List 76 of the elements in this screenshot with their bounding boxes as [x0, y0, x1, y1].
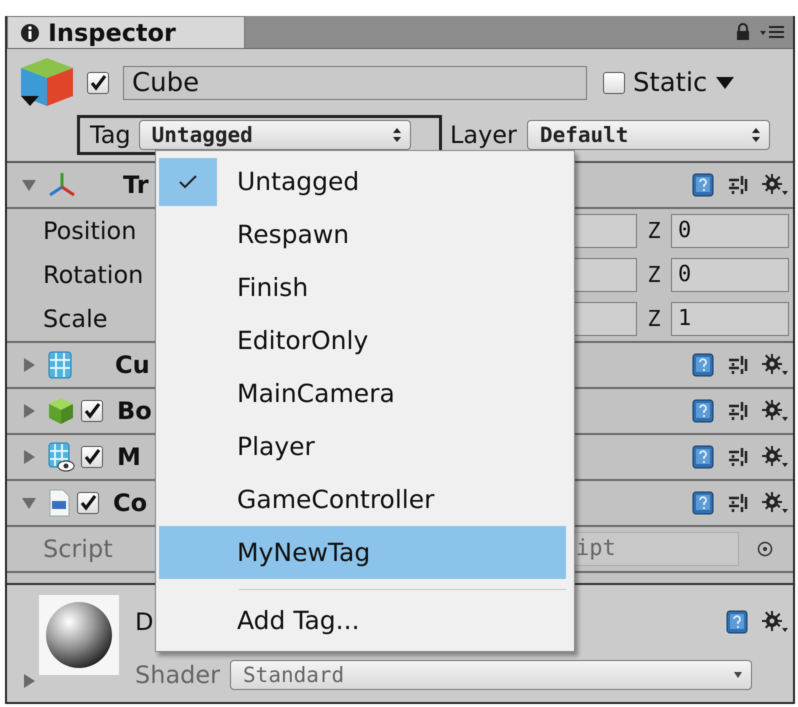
shader-label: Shader	[135, 661, 220, 689]
script-file-icon	[47, 488, 71, 518]
help-book-icon[interactable]	[725, 609, 749, 635]
tag-label: Tag	[90, 121, 131, 149]
axis-label: Z	[646, 306, 662, 332]
inspector-tab[interactable]: Inspector	[7, 16, 245, 48]
component-title: Cu	[115, 351, 150, 379]
axis-label: Z	[646, 218, 662, 244]
menu-item[interactable]: Untagged	[159, 155, 566, 208]
up-down-arrows-icon	[392, 127, 402, 143]
collapse-triangle-icon[interactable]	[21, 495, 37, 511]
shader-dropdown[interactable]: Standard	[230, 660, 752, 690]
name-field[interactable]: Cube	[123, 66, 587, 100]
checkmark-icon	[178, 174, 198, 190]
static-label: Static	[633, 68, 708, 98]
axis-label: Z	[646, 262, 662, 288]
sliders-icon[interactable]	[727, 446, 749, 468]
tag-dropdown[interactable]: Untagged	[138, 120, 411, 150]
field-label: Script	[42, 535, 114, 563]
expand-triangle-icon[interactable]	[21, 673, 37, 689]
grid-icon	[47, 350, 73, 380]
sliders-icon[interactable]	[727, 354, 749, 376]
field-label: Position	[42, 217, 138, 245]
layer-label: Layer	[450, 121, 517, 149]
grid-eye-icon	[47, 441, 75, 473]
menu-item[interactable]: Player	[159, 420, 566, 473]
field-label: Scale	[42, 305, 109, 333]
up-down-arrows-icon	[750, 127, 761, 143]
layer-dropdown[interactable]: Default	[526, 120, 770, 150]
target-icon[interactable]	[757, 541, 773, 557]
gear-icon[interactable]	[761, 491, 789, 515]
axes-icon	[47, 171, 77, 199]
component-title: Co	[113, 489, 148, 517]
checkbox[interactable]	[81, 446, 103, 468]
menu-item[interactable]: MyNewTag	[159, 526, 566, 579]
checkbox[interactable]	[87, 72, 109, 94]
field-label: Rotation	[42, 261, 144, 289]
help-book-icon[interactable]	[691, 352, 715, 378]
help-book-icon[interactable]	[691, 444, 715, 470]
info-icon	[20, 22, 40, 42]
gear-icon[interactable]	[761, 445, 789, 469]
menu-item[interactable]: Finish	[159, 261, 566, 314]
gear-icon[interactable]	[761, 173, 789, 197]
component-title: Bo	[117, 397, 152, 425]
value-field[interactable]: 1	[671, 302, 789, 336]
gear-icon[interactable]	[761, 353, 789, 377]
menu-item[interactable]: Respawn	[159, 208, 566, 261]
value-field[interactable]: 0	[671, 258, 789, 292]
help-book-icon[interactable]	[691, 172, 715, 198]
dropdown-arrow-icon	[733, 671, 744, 679]
menu-item[interactable]: EditorOnly	[159, 314, 566, 367]
menu-item[interactable]: GameController	[159, 473, 566, 526]
checkbox[interactable]	[603, 72, 625, 94]
material-title: D	[135, 608, 154, 636]
menu-icon[interactable]	[759, 23, 785, 41]
gear-icon[interactable]	[761, 399, 789, 423]
expand-triangle-icon[interactable]	[21, 403, 37, 419]
menu-item[interactable]: Add Tag...	[159, 594, 566, 647]
gear-icon[interactable]	[761, 610, 789, 634]
lock-icon[interactable]	[735, 22, 751, 42]
expand-triangle-icon[interactable]	[21, 449, 37, 465]
help-book-icon[interactable]	[691, 398, 715, 424]
sliders-icon[interactable]	[727, 174, 749, 196]
sliders-icon[interactable]	[727, 492, 749, 514]
help-book-icon[interactable]	[691, 490, 715, 516]
expand-triangle-icon[interactable]	[21, 357, 37, 373]
value-field[interactable]: 0	[671, 214, 789, 248]
sliders-icon[interactable]	[727, 400, 749, 422]
checkbox[interactable]	[81, 400, 103, 422]
box-icon	[47, 396, 75, 426]
collapse-triangle-icon[interactable]	[21, 177, 37, 193]
checkbox[interactable]	[77, 492, 99, 514]
component-title: M	[117, 443, 141, 471]
component-title: Tr	[123, 171, 149, 199]
menu-item[interactable]: MainCamera	[159, 367, 566, 420]
dropdown-triangle-icon[interactable]	[715, 76, 736, 90]
